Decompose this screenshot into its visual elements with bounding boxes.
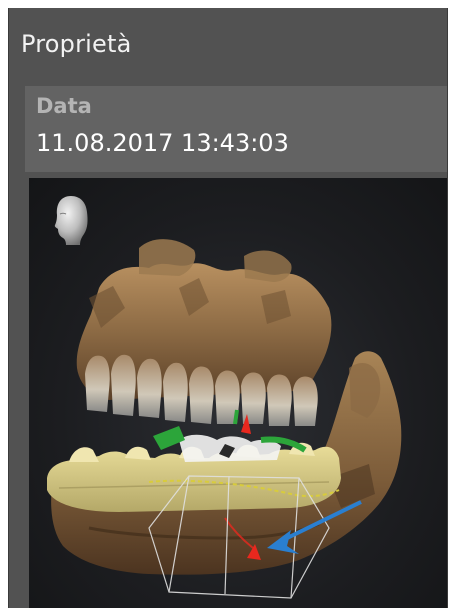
properties-panel: Proprietà Data 11.08.2017 13:43:03: [8, 8, 448, 608]
green-guide-left: [153, 426, 185, 450]
panel-title: Proprietà: [21, 30, 132, 58]
date-value: 11.08.2017 13:43:03: [36, 129, 289, 157]
date-section: Data 11.08.2017 13:43:03: [25, 86, 447, 172]
jaw-3d-model: [47, 239, 402, 599]
date-label: Data: [36, 94, 92, 118]
3d-viewport[interactable]: [29, 178, 447, 608]
